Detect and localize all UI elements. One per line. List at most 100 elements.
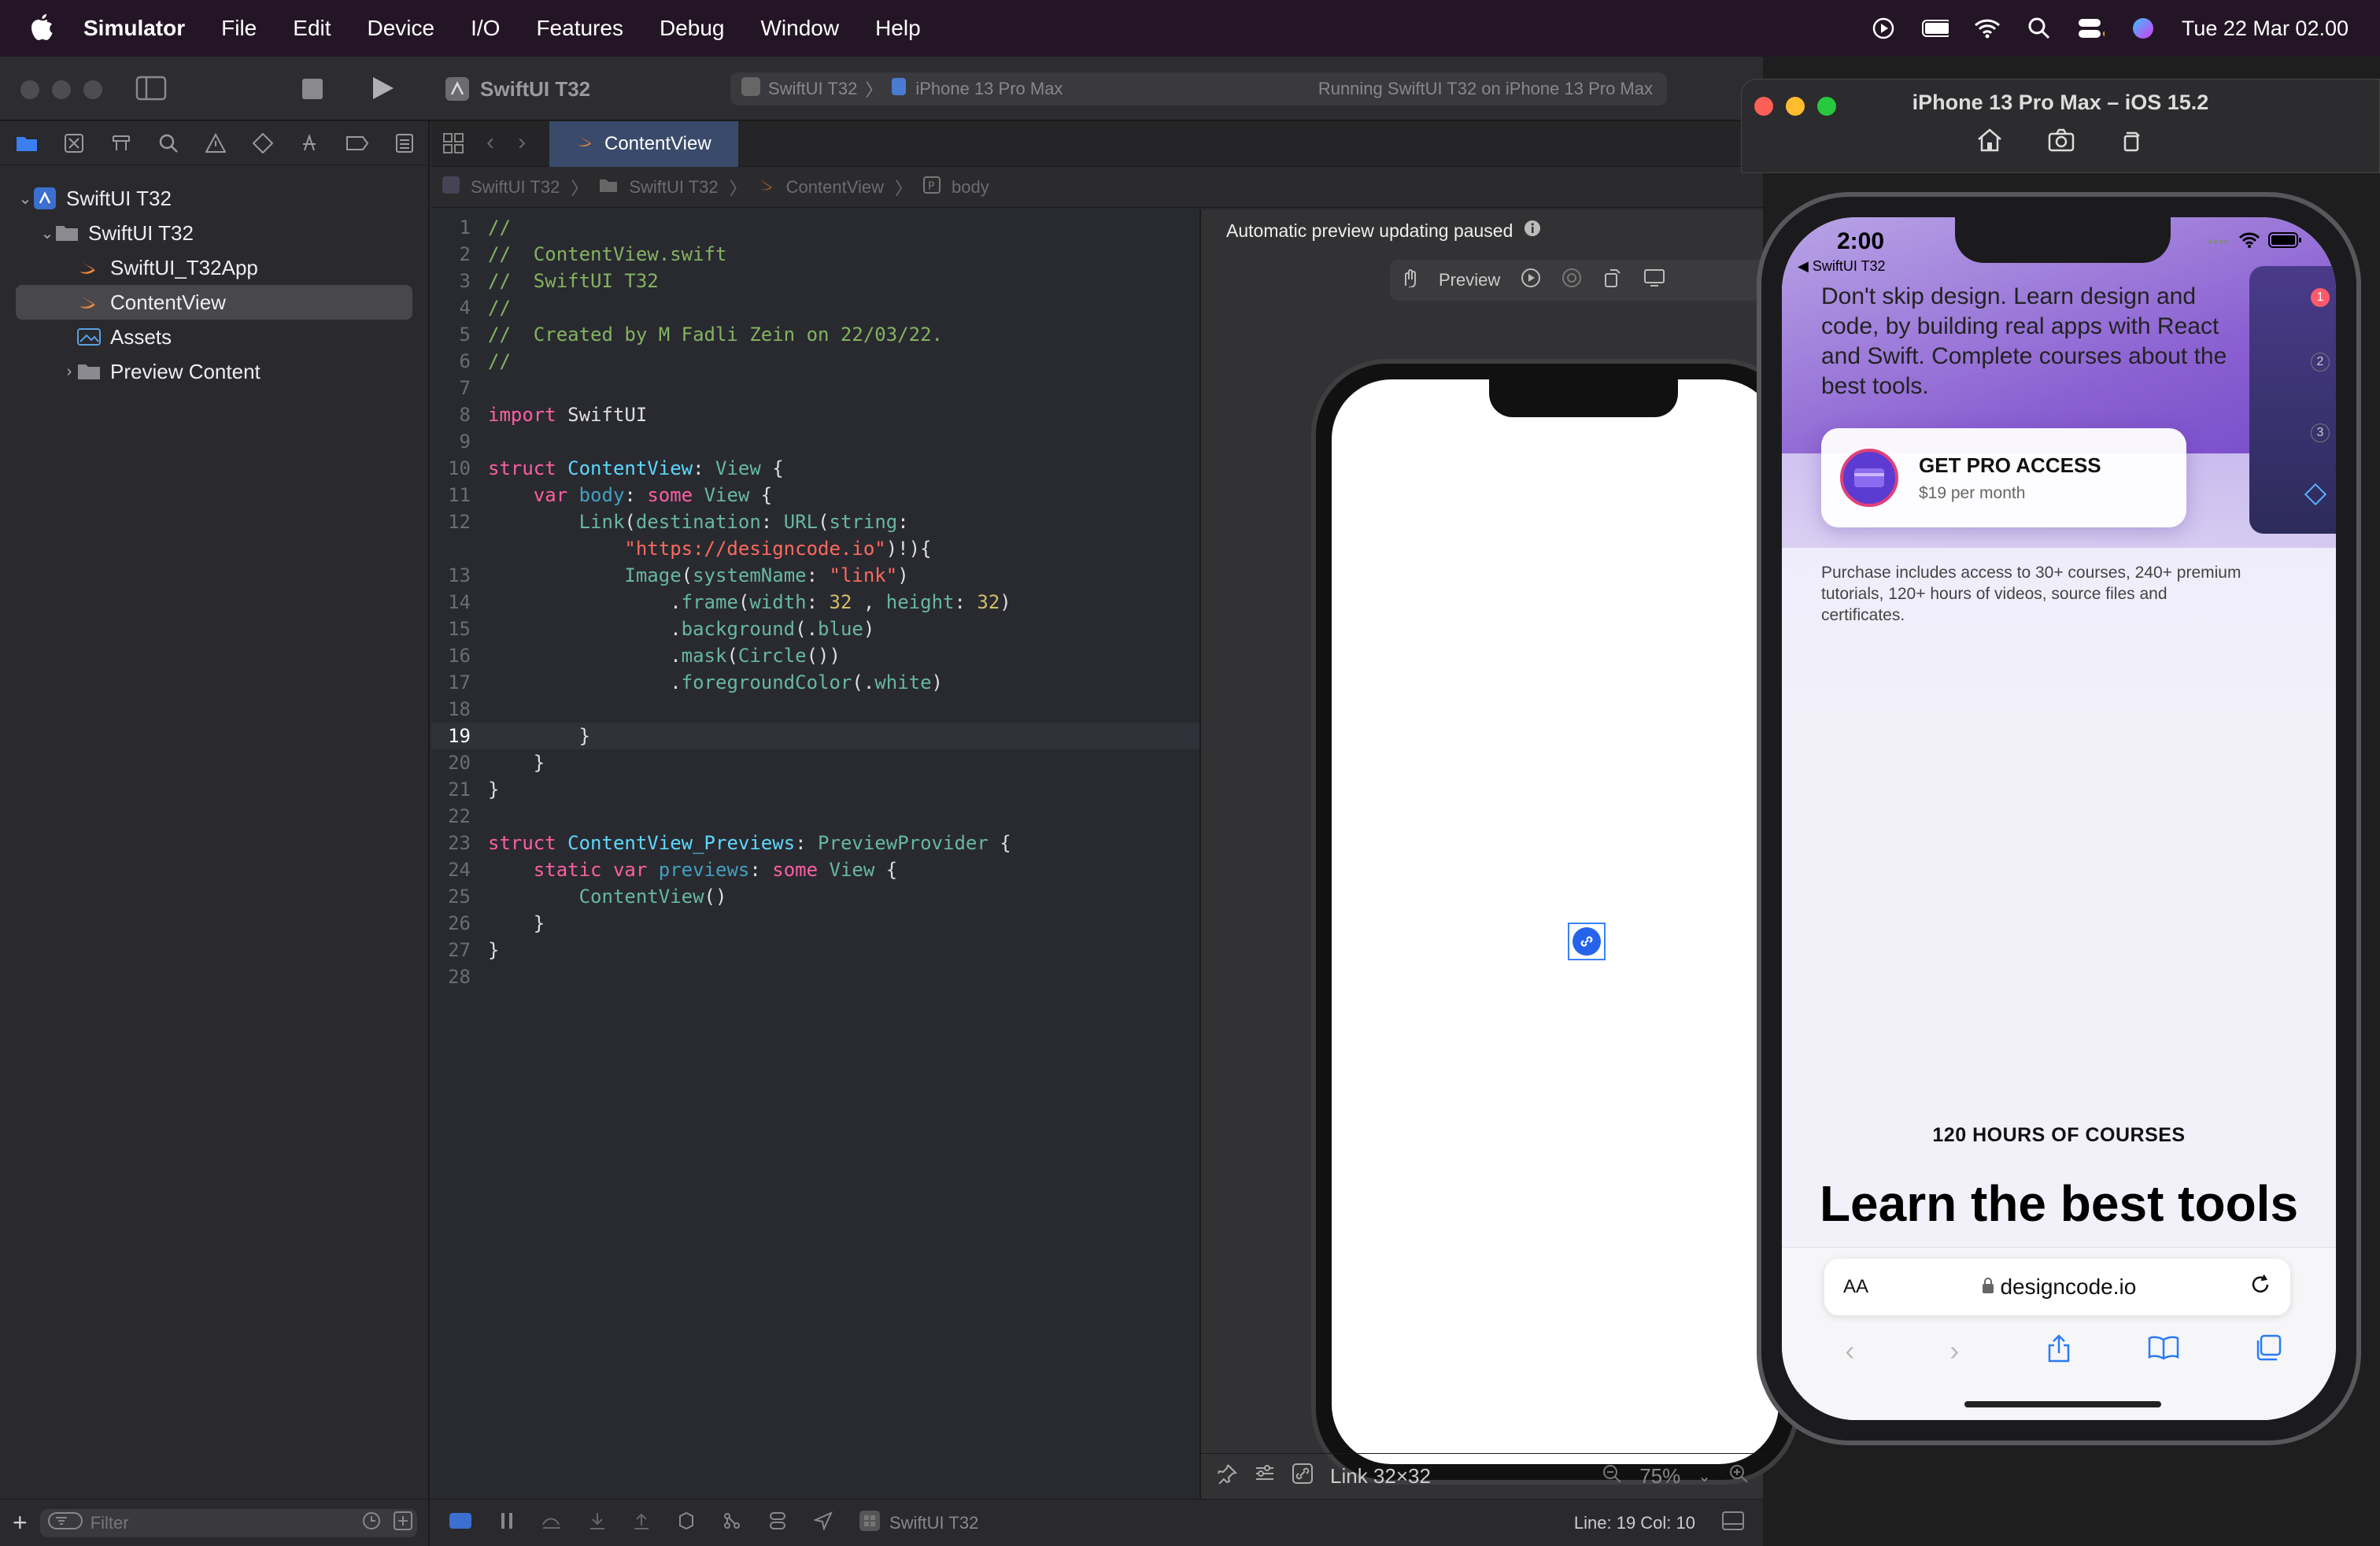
info-icon[interactable] [1524, 220, 1541, 242]
recent-files-icon[interactable] [362, 1511, 381, 1535]
xcode-toolbar: SwiftUI T32 SwiftUI T32 〉 iPhone 13 Pro … [0, 57, 1763, 121]
bookmarks-icon[interactable] [2144, 1334, 2183, 1370]
sidebar-toggle-icon[interactable] [135, 76, 167, 105]
siri-icon[interactable] [2130, 15, 2156, 42]
scheme-selector[interactable]: SwiftUI T32 [768, 79, 857, 99]
menu-help[interactable]: Help [875, 16, 921, 41]
tree-item-project[interactable]: ⌄ SwiftUI T32 [0, 181, 428, 216]
environment-icon[interactable] [768, 1511, 787, 1535]
scm-filter-icon[interactable] [394, 1511, 412, 1535]
tree-item-app-file[interactable]: SwiftUI_T32App [0, 250, 428, 285]
play-circle-icon[interactable] [1870, 15, 1897, 42]
tree-item-group[interactable]: ⌄ SwiftUI T32 [0, 216, 428, 250]
simulator-screen[interactable]: 2:00 ◀ SwiftUI T32 1 2 3 Don't skip desi… [1782, 217, 2336, 1420]
issue-icon[interactable] [203, 131, 228, 156]
chevron-down-icon[interactable]: ⌄ [39, 224, 55, 243]
menubar-clock[interactable]: Tue 22 Mar 02.00 [2182, 17, 2349, 41]
menu-device[interactable]: Device [368, 16, 435, 41]
source-control-icon[interactable] [61, 131, 87, 156]
breadcrumb-file[interactable]: ContentView [786, 177, 884, 198]
activity-viewer[interactable]: SwiftUI T32 〉 iPhone 13 Pro Max Running … [730, 72, 1667, 105]
chevron-down-icon[interactable]: ⌄ [1698, 1466, 1711, 1486]
menu-file[interactable]: File [221, 16, 257, 41]
home-indicator[interactable] [1964, 1401, 2161, 1407]
inspector-toggle-icon[interactable] [1722, 1511, 1744, 1535]
tabs-icon[interactable] [2249, 1334, 2288, 1370]
battery-icon[interactable] [1921, 15, 1949, 42]
zoom-in-icon[interactable] [1728, 1463, 1749, 1489]
menu-app-name[interactable]: Simulator [83, 16, 185, 41]
get-pro-access-card[interactable]: GET PRO ACCESS $19 per month [1821, 428, 2186, 527]
back-icon[interactable]: ‹ [1830, 1334, 1869, 1370]
test-icon[interactable] [250, 131, 275, 156]
preview-mode-button[interactable]: Preview [1439, 270, 1500, 290]
live-preview-icon[interactable] [1521, 268, 1541, 293]
tab-contentview[interactable]: ContentView [549, 120, 738, 167]
apple-icon[interactable] [30, 13, 57, 43]
screenshot-icon[interactable] [2048, 128, 2075, 158]
tree-item-label: SwiftUI T32 [66, 186, 172, 210]
wifi-icon[interactable] [1974, 15, 2001, 42]
step-in-icon[interactable] [589, 1511, 606, 1535]
menu-features[interactable]: Features [536, 16, 623, 41]
search-icon[interactable] [2026, 15, 2053, 42]
zoom-out-icon[interactable] [1602, 1463, 1622, 1489]
pause-icon[interactable] [499, 1512, 515, 1534]
zoom-button[interactable] [83, 80, 102, 99]
inspect-icon[interactable] [1561, 268, 1582, 293]
tree-item-preview-content[interactable]: › Preview Content [0, 354, 428, 389]
pro-text: GET PRO ACCESS $19 per month [1919, 453, 2101, 503]
rotate-icon[interactable] [1602, 268, 1623, 293]
minimize-button[interactable] [52, 80, 71, 99]
reload-icon[interactable] [2249, 1274, 2271, 1301]
back-to-app-link[interactable]: ◀ SwiftUI T32 [1798, 258, 1886, 275]
view-hierarchy-icon[interactable] [677, 1511, 696, 1535]
close-button[interactable] [20, 80, 39, 99]
chevron-right-icon[interactable]: › [61, 363, 77, 381]
folder-icon[interactable] [14, 131, 39, 156]
destination-selector[interactable]: iPhone 13 Pro Max [915, 79, 1062, 99]
share-icon[interactable] [2039, 1334, 2079, 1370]
memory-graph-icon[interactable] [722, 1511, 741, 1535]
stop-icon[interactable] [302, 79, 323, 103]
menu-io[interactable]: I/O [471, 16, 500, 41]
find-icon[interactable] [156, 131, 181, 156]
address-bar[interactable]: AA designcode.io [1824, 1259, 2290, 1315]
breadcrumb-group[interactable]: SwiftUI T32 [629, 177, 718, 198]
pin-icon[interactable] [1217, 1463, 1237, 1489]
run-icon[interactable] [371, 76, 395, 105]
grid-icon[interactable] [442, 132, 464, 158]
link-preview-element[interactable] [1568, 923, 1606, 960]
control-center-icon[interactable] [2078, 15, 2105, 42]
source-editor[interactable]: 1// 2// ContentView.swift 3// SwiftUI T3… [431, 209, 1199, 1499]
back-icon[interactable]: ‹ [486, 129, 494, 156]
url-field[interactable]: designcode.io [1868, 1274, 2249, 1300]
symbol-icon[interactable] [109, 131, 134, 156]
menu-debug[interactable]: Debug [660, 16, 725, 41]
forward-icon[interactable]: › [518, 129, 526, 156]
breadcrumb-project[interactable]: SwiftUI T32 [471, 177, 560, 198]
add-icon[interactable]: + [13, 1508, 28, 1537]
tree-item-assets[interactable]: Assets [0, 320, 428, 354]
report-icon[interactable] [392, 131, 417, 156]
jump-bar[interactable]: SwiftUI T32 〉 SwiftUI T32 〉 ContentView … [431, 167, 1763, 208]
location-icon[interactable] [812, 1511, 833, 1535]
step-out-icon[interactable] [633, 1511, 650, 1535]
device-settings-icon[interactable] [1643, 268, 1665, 292]
debug-icon[interactable] [298, 131, 323, 156]
step-over-icon[interactable] [541, 1512, 562, 1534]
zoom-level[interactable]: 75% [1639, 1464, 1680, 1489]
filter-field[interactable]: Filter [39, 1508, 417, 1537]
rotate-icon[interactable] [2120, 128, 2144, 158]
tree-item-contentview[interactable]: ContentView [16, 285, 412, 320]
breadcrumb-symbol[interactable]: body [952, 177, 989, 198]
reader-aa-button[interactable]: AA [1843, 1276, 1868, 1298]
adjust-icon[interactable] [1255, 1464, 1275, 1489]
chevron-down-icon[interactable]: ⌄ [17, 189, 33, 209]
breakpoint-icon[interactable] [345, 131, 370, 156]
console-toggle-icon[interactable] [449, 1512, 472, 1534]
menu-edit[interactable]: Edit [293, 16, 331, 41]
menu-window[interactable]: Window [760, 16, 839, 41]
forward-icon[interactable]: › [1935, 1334, 1974, 1370]
home-icon[interactable] [1977, 128, 2002, 158]
